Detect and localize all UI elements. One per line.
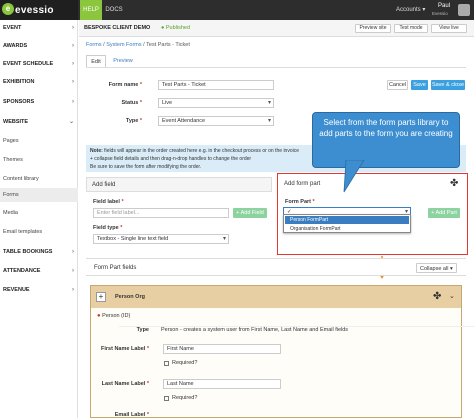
breadcrumb-forms[interactable]: Forms — [86, 42, 102, 48]
collapse-all-button[interactable]: Collapse all ▾ — [416, 263, 457, 273]
sidebar-item-sponsors[interactable]: SPONSORS › — [0, 96, 78, 108]
sidebar-item-table-bookings[interactable]: TABLE BOOKINGS › — [0, 246, 78, 258]
field-label-label: Field label * — [93, 199, 124, 205]
user-org: Evessio — [432, 11, 448, 16]
highlight-box — [277, 173, 468, 255]
form-part-card: + Person Org ✤ ⌄ ● Person (ID) Type Pers… — [90, 285, 474, 418]
sidebar-item-website[interactable]: WEBSITE ⌄ — [0, 116, 78, 128]
chevron-down-icon: ⌄ — [68, 119, 74, 125]
form-name-label: Form name * — [108, 82, 142, 88]
sidebar: EVENT › AWARDS › EVENT SCHEDULE › EXHIBITIO… — [0, 20, 78, 418]
sidebar-item-attendance[interactable]: ATTENDANCE › — [0, 265, 78, 277]
add-field-button[interactable]: + Add Field — [233, 208, 267, 218]
sidebar-item-content-library[interactable]: Content library — [0, 173, 78, 185]
tab-preview[interactable]: Preview — [110, 55, 136, 67]
breadcrumb: Forms / System Forms / Test Parts - Tick… — [86, 42, 190, 48]
form-part-card-header[interactable]: + Person Org ✤ ⌄ — [91, 286, 461, 308]
save-close-button[interactable]: Save & close — [431, 80, 465, 90]
status-badge: ● Published — [161, 25, 191, 31]
logo-text: evessio — [15, 5, 54, 16]
save-button[interactable]: Save — [411, 80, 428, 90]
chevron-right-icon: › — [72, 43, 74, 49]
field-type-label: Field type * — [93, 225, 123, 231]
field-label-input[interactable]: Enter field label... — [93, 208, 229, 218]
sidebar-item-forms[interactable]: Forms — [0, 188, 78, 202]
required-label: Required? — [172, 395, 198, 401]
cancel-button[interactable]: Cancel — [387, 80, 408, 90]
chevron-right-icon: › — [72, 99, 74, 105]
chevron-right-icon: › — [72, 25, 74, 31]
sidebar-item-revenue[interactable]: REVENUE › — [0, 284, 78, 296]
breadcrumb-system-forms[interactable]: System Forms — [106, 42, 141, 48]
client-name: BESPOKE CLIENT DEMO — [84, 25, 151, 31]
form-name-input[interactable]: Test Parts - Ticket — [158, 80, 274, 90]
chevron-right-icon: › — [72, 268, 74, 274]
last-name-input[interactable]: Last Name — [163, 379, 281, 389]
type-label: Type * — [125, 118, 142, 124]
callout-tooltip: Select from the form parts library to ad… — [312, 112, 460, 168]
top-bar: e evessio HELP DOCS Accounts ▾ Paul Eves… — [0, 0, 474, 20]
user-name[interactable]: Paul — [438, 3, 450, 9]
type-label: Type — [136, 327, 149, 333]
chevron-down-icon[interactable]: ⌄ — [449, 292, 455, 300]
sidebar-item-awards[interactable]: AWARDS › — [0, 40, 78, 52]
required-dot-icon: ● — [97, 313, 101, 319]
plus-icon[interactable]: + — [96, 292, 106, 302]
status-select[interactable]: Live — [158, 98, 274, 108]
form-part-fields-header: Form Part fields Collapse all ▾ — [86, 258, 466, 276]
status-label: Status * — [121, 100, 142, 106]
first-name-required-checkbox[interactable] — [164, 361, 169, 366]
person-row: ● Person (ID) — [97, 313, 131, 319]
puzzle-icon: ✤ — [433, 291, 442, 302]
client-bar: BESPOKE CLIENT DEMO ● Published Preview … — [79, 20, 474, 37]
nav-help[interactable]: HELP — [80, 0, 102, 20]
sidebar-item-media[interactable]: Media — [0, 207, 78, 219]
type-value: Person - creates a system user from Firs… — [161, 327, 349, 333]
sidebar-item-event-schedule[interactable]: EVENT SCHEDULE › — [0, 58, 78, 70]
required-label: Required? — [172, 360, 198, 366]
logo-mark: e — [2, 3, 14, 15]
first-name-input[interactable]: First Name — [163, 344, 281, 354]
chevron-right-icon: › — [72, 287, 74, 293]
view-live-button[interactable]: View live — [431, 24, 467, 33]
avatar[interactable] — [458, 4, 470, 16]
last-name-required-checkbox[interactable] — [164, 396, 169, 401]
sidebar-item-exhibition[interactable]: EXHIBITION › — [0, 76, 78, 88]
add-field-header: Add field — [86, 177, 272, 192]
form-part-fields-title: Form Part fields — [94, 265, 137, 271]
sidebar-item-themes[interactable]: Themes — [0, 154, 78, 166]
field-type-select[interactable]: Textbox - Single line text field — [93, 234, 229, 244]
last-name-label: Last Name Label * — [101, 381, 149, 387]
breadcrumb-current: Test Parts - Ticket — [146, 42, 190, 48]
type-select[interactable]: Event Attendance — [158, 116, 274, 126]
preview-site-button[interactable]: Preview site — [355, 24, 391, 33]
chevron-right-icon: › — [72, 249, 74, 255]
nav-docs[interactable]: DOCS — [103, 0, 125, 20]
sidebar-item-pages[interactable]: Pages — [0, 135, 78, 147]
sidebar-item-event[interactable]: EVENT › — [0, 22, 78, 34]
email-label: Email Label * — [114, 412, 149, 418]
tab-edit[interactable]: Edit — [86, 55, 106, 67]
first-name-label: First Name Label * — [101, 346, 149, 352]
logo[interactable]: e evessio — [0, 0, 78, 20]
tab-divider — [86, 67, 466, 68]
chevron-right-icon: › — [72, 79, 74, 85]
test-mode-button[interactable]: Test mode — [394, 24, 428, 33]
accounts-menu[interactable]: Accounts ▾ — [396, 0, 425, 20]
sidebar-item-email-templates[interactable]: Email templates — [0, 226, 78, 238]
chevron-right-icon: › — [72, 61, 74, 67]
callout-pointer — [343, 160, 365, 193]
form-part-name: Person Org — [115, 294, 145, 300]
